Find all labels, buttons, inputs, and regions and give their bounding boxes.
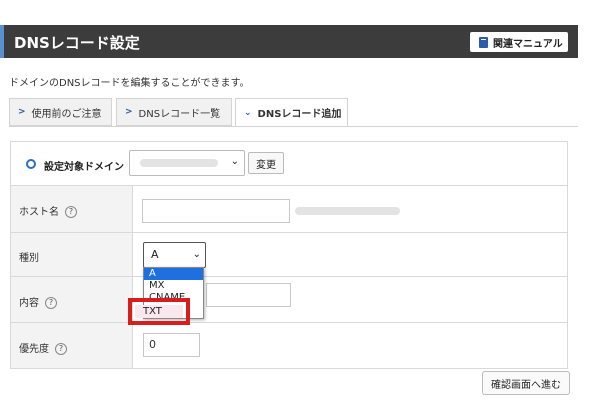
tab-label: 使用前のご注意 bbox=[31, 108, 102, 120]
priority-row: 優先度? 0 bbox=[11, 323, 567, 368]
tab-precautions[interactable]: > 使用前のご注意 bbox=[9, 98, 112, 126]
chevron-down-icon: ⌄ bbox=[244, 107, 252, 118]
domain-select[interactable]: ⌄ bbox=[129, 150, 245, 176]
content-label: 内容? bbox=[19, 294, 57, 309]
host-input[interactable] bbox=[142, 199, 290, 223]
priority-label: 優先度? bbox=[19, 340, 67, 355]
confirm-button[interactable]: 確認画面へ進む bbox=[482, 371, 570, 395]
blurred-domain-name bbox=[140, 159, 218, 167]
chevron-down-icon: ⌄ bbox=[192, 249, 201, 260]
domain-row: 設定対象ドメイン ⌄ 変更 bbox=[11, 142, 567, 186]
txt-highlight-box: TXT bbox=[128, 298, 190, 325]
highlighted-txt-option[interactable]: TXT bbox=[135, 305, 183, 318]
chevron-right-icon: > bbox=[125, 107, 133, 117]
type-select-value: A bbox=[151, 248, 159, 261]
chevron-right-icon: > bbox=[18, 107, 26, 117]
domain-label: 設定対象ドメイン bbox=[44, 162, 124, 173]
page-title: DNSレコード設定 bbox=[14, 34, 140, 52]
tab-label: DNSレコード一覧 bbox=[138, 108, 221, 120]
blurred-domain-suffix bbox=[295, 207, 400, 215]
help-icon[interactable]: ? bbox=[55, 343, 67, 355]
chevron-down-icon: ⌄ bbox=[230, 156, 239, 167]
book-icon bbox=[479, 36, 488, 48]
priority-label-cell: 優先度? bbox=[11, 323, 133, 368]
type-label: 種別 bbox=[19, 253, 39, 264]
type-option-mx[interactable]: MX bbox=[144, 280, 203, 292]
content-label-cell: 内容? bbox=[11, 277, 133, 322]
host-label-cell: ホスト名? bbox=[11, 186, 133, 232]
content-input[interactable] bbox=[206, 283, 291, 307]
content-label-text: 内容 bbox=[19, 298, 39, 309]
tab-dns-record-list[interactable]: > DNSレコード一覧 bbox=[116, 98, 232, 126]
type-label-cell: 種別 bbox=[11, 233, 133, 276]
manual-button[interactable]: 関連マニュアル bbox=[470, 32, 568, 52]
help-icon[interactable]: ? bbox=[45, 297, 57, 309]
page-header: DNSレコード設定 関連マニュアル bbox=[0, 25, 578, 58]
help-icon[interactable]: ? bbox=[65, 206, 77, 218]
host-row: ホスト名? bbox=[11, 186, 567, 233]
type-row: 種別 A ⌄ bbox=[11, 233, 567, 277]
content-row: 内容? bbox=[11, 277, 567, 323]
tab-divider bbox=[9, 126, 578, 127]
tab-dns-record-add[interactable]: ⌄ DNSレコード追加 bbox=[235, 98, 348, 127]
change-domain-button[interactable]: 変更 bbox=[248, 152, 284, 174]
dns-record-form: 設定対象ドメイン ⌄ 変更 ホスト名? 種別 A ⌄ 内容? 優先度 ? 0 bbox=[10, 141, 568, 369]
priority-label-text: 優先度 bbox=[19, 344, 49, 355]
host-label-text: ホスト名 bbox=[19, 207, 59, 218]
priority-input[interactable]: 0 bbox=[143, 333, 200, 357]
header-accent-bar bbox=[0, 25, 4, 58]
tab-label: DNSレコード追加 bbox=[257, 109, 342, 120]
type-option-a[interactable]: A bbox=[144, 268, 203, 280]
host-label: ホスト名? bbox=[19, 203, 77, 218]
manual-button-label: 関連マニュアル bbox=[493, 38, 563, 50]
radio-icon bbox=[26, 159, 36, 169]
page-description: ドメインのDNSレコードを編集することができます。 bbox=[9, 78, 250, 89]
type-select[interactable]: A ⌄ bbox=[143, 242, 206, 268]
